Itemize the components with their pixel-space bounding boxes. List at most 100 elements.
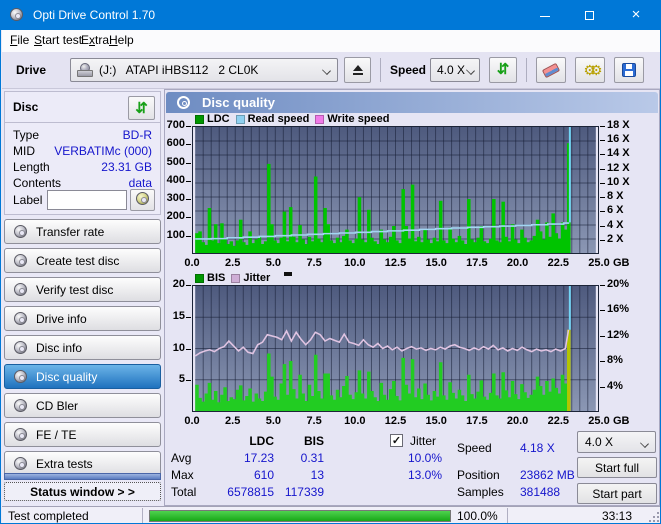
status-bar: Test completed 100.0% 33:13 [2, 506, 660, 523]
eject-icon [352, 65, 364, 75]
chart1-legend: LDC Read speed Write speed [195, 113, 390, 125]
legend-label: BIS [207, 272, 226, 284]
save-icon [622, 63, 636, 77]
disc-refresh-button[interactable]: ⇵ [128, 96, 155, 120]
y-axis-right-label: 12 X [607, 161, 630, 174]
total-bis-value: 117339 [284, 485, 324, 499]
y-axis-right-label: 12% [607, 328, 630, 341]
legend-item: BIS [195, 272, 225, 284]
disc-type-value: BD-R [122, 128, 152, 142]
label-field-caption: Label [13, 193, 43, 207]
toolbar-separator [526, 58, 527, 82]
tick-mark [600, 225, 605, 227]
tick-mark [186, 380, 191, 382]
sidebar-nav: Transfer rate Create test disc Verify test… [4, 219, 161, 476]
start-full-button[interactable]: Start full [577, 457, 657, 478]
sidebar-item-cd-bler[interactable]: CD Bler [4, 393, 161, 418]
y-axis-right-label: 20% [607, 278, 630, 290]
y-axis-left-label: 400 [166, 173, 185, 186]
disc-icon [14, 312, 27, 325]
start-part-button[interactable]: Start part [577, 483, 657, 504]
maximize-button[interactable] [567, 1, 612, 30]
bis-jitter-chart: 5 10 15 20 4% 8% 12% 16% 20% 0.0 2.5 5.0 7.5 10.0 12.5… [173, 278, 630, 427]
x-axis-label: 15.0 [425, 257, 447, 269]
tick-mark [186, 348, 191, 350]
y-axis-left-label: 5 [178, 373, 185, 386]
legend-swatch [315, 114, 325, 124]
sidebar-item-drive-info[interactable]: Drive info [4, 306, 161, 331]
jitter-checkbox[interactable]: ✓ [390, 434, 403, 447]
x-axis-label: 5.0 [265, 257, 282, 269]
close-button[interactable]: × [612, 1, 660, 30]
divider [5, 122, 160, 123]
refresh-button[interactable]: ⇵ [489, 57, 517, 83]
erase-disc-button[interactable] [536, 57, 566, 83]
chevron-down-icon [322, 66, 331, 75]
bis-column-header: BIS [303, 434, 324, 448]
x-axis-unit-label: GB [613, 415, 630, 427]
y-axis-left-label: 700 [166, 119, 185, 131]
minimize-button[interactable] [522, 1, 567, 30]
position-stat-value: 23862 MB [520, 468, 575, 482]
sidebar-item-disc-info[interactable]: Disc info [4, 335, 161, 360]
y-axis-right-label: 4 X [607, 218, 624, 231]
drive-select[interactable]: (J:) ATAPI iHBS112 2 CL0K [70, 58, 338, 82]
sidebar-item-transfer-rate[interactable]: Transfer rate [4, 219, 161, 244]
speed-select[interactable]: 4.0 X [430, 58, 480, 82]
x-axis-label: 10.0 [344, 415, 366, 427]
max-jitter-value: 13.0% [407, 468, 442, 482]
eject-button[interactable] [344, 57, 371, 83]
avg-ldc-value: 17.23 [243, 451, 274, 465]
x-axis-label: 0.0 [184, 415, 200, 427]
x-axis-label: 7.5 [306, 415, 322, 427]
statusbar-separator [507, 508, 508, 523]
write-label-button[interactable] [130, 189, 155, 211]
progress-bar [149, 510, 451, 522]
sidebar-item-create-test-disc[interactable]: Create test disc [4, 248, 161, 273]
chart-plot [192, 126, 599, 254]
disc-type-row: Type BD-R [13, 128, 152, 142]
tick-mark [600, 197, 605, 199]
save-button[interactable] [614, 57, 644, 83]
disc-contents-value[interactable]: data [129, 176, 152, 190]
ldc-chart: 100 200 300 400 500 600 700 2 X4 X6 X8 X 10 X 12 … [167, 119, 630, 269]
tick-mark [600, 285, 605, 286]
toolbar-separator [380, 58, 381, 82]
disc-icon [136, 192, 149, 205]
disc-icon [14, 428, 27, 441]
menu-start-test[interactable]: Start test [34, 33, 82, 47]
label-input[interactable] [47, 190, 127, 210]
status-window-button[interactable]: Status window > > [4, 482, 161, 501]
sidebar-item-verify-test-disc[interactable]: Verify test disc [4, 277, 161, 302]
tick-mark [186, 126, 191, 127]
sidebar-item-disc-quality[interactable]: Disc quality [4, 364, 161, 389]
menu-help[interactable]: Help [109, 33, 134, 47]
settings-button[interactable]: ⚙⚙ [575, 57, 605, 83]
sidebar-item-fe-te[interactable]: FE / TE [4, 422, 161, 447]
disc-length-value: 23.31 GB [101, 160, 152, 174]
total-row-label: Total [171, 485, 197, 499]
menu-extra[interactable]: Extra [81, 33, 109, 47]
tick-mark [186, 316, 191, 318]
sidebar-item-label: Transfer rate [36, 224, 105, 239]
status-text: Test completed [8, 509, 89, 523]
disc-icon [14, 457, 27, 470]
disc-panel-title: Disc [13, 100, 39, 114]
x-axis-label: 17.5 [466, 415, 488, 427]
jitter-column-header: Jitter [410, 434, 437, 448]
test-speed-select[interactable]: 4.0 X [577, 431, 656, 453]
menu-file[interactable]: File [10, 33, 29, 47]
sidebar-item-label: Extra tests [36, 456, 93, 471]
speed-label: Speed [390, 63, 427, 77]
legend-swatch [231, 273, 241, 283]
speed-value: 4.0 X [437, 63, 466, 77]
resize-grip[interactable] [649, 512, 659, 522]
speed-stat-label: Speed [457, 441, 492, 455]
menu-bar: File Start test Extra Help [2, 30, 660, 52]
y-axis-right-label: 16% [607, 303, 630, 316]
y-axis-left-label: 15 [172, 309, 185, 322]
tick-mark [186, 162, 191, 164]
y-axis-left-label: 10 [172, 341, 185, 354]
progress-percent: 100.0% [457, 509, 498, 523]
tick-mark [600, 239, 605, 241]
